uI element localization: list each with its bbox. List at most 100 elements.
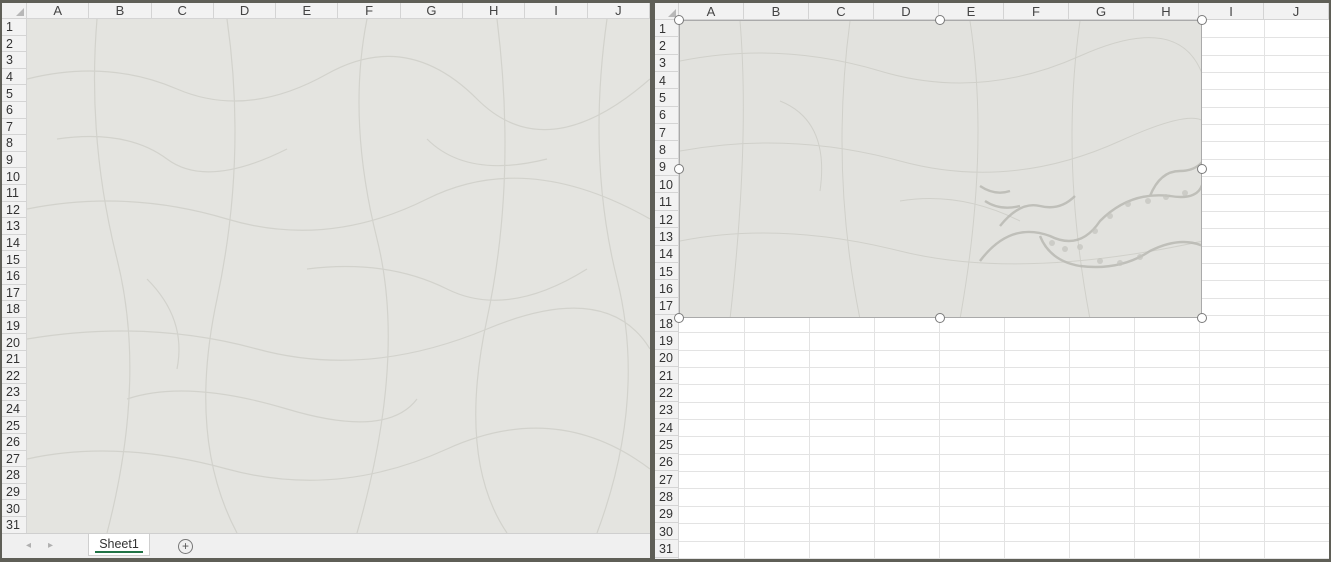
row-header[interactable]: 8 bbox=[655, 141, 678, 159]
row-header[interactable]: 11 bbox=[655, 193, 678, 211]
row-header[interactable]: 7 bbox=[2, 118, 26, 136]
column-header[interactable]: B bbox=[744, 3, 809, 19]
row-header[interactable]: 25 bbox=[2, 417, 26, 434]
row-header[interactable]: 15 bbox=[2, 251, 26, 268]
row-header[interactable]: 12 bbox=[655, 210, 678, 229]
row-header[interactable]: 2 bbox=[2, 35, 26, 53]
row-header[interactable]: 27 bbox=[2, 450, 26, 468]
column-header[interactable]: A bbox=[27, 3, 90, 18]
row-header[interactable]: 6 bbox=[655, 106, 678, 125]
row-header-bar: 1 2 3 4 5 6 7 8 9 10 11 12 13 14 15 16 17 18 19 20 21 22 23 24 2… bbox=[2, 19, 27, 534]
resize-handle-bottom-middle[interactable] bbox=[935, 313, 945, 323]
resize-handle-middle-right[interactable] bbox=[1197, 164, 1207, 174]
row-header[interactable]: 24 bbox=[2, 400, 26, 418]
row-header[interactable]: 13 bbox=[2, 218, 26, 235]
resize-handle-middle-left[interactable] bbox=[674, 164, 684, 174]
column-header[interactable]: G bbox=[400, 3, 464, 18]
row-header[interactable]: 12 bbox=[2, 201, 26, 219]
row-header[interactable]: 6 bbox=[2, 102, 26, 119]
column-header[interactable]: F bbox=[1004, 3, 1069, 19]
row-header[interactable]: 28 bbox=[2, 467, 26, 484]
row-header[interactable]: 31 bbox=[655, 540, 678, 558]
row-header[interactable]: 14 bbox=[655, 245, 678, 263]
row-header[interactable]: 31 bbox=[2, 517, 26, 534]
column-header[interactable]: D bbox=[874, 3, 939, 19]
row-header[interactable]: 20 bbox=[655, 349, 678, 367]
row-header[interactable]: 21 bbox=[2, 351, 26, 368]
column-header[interactable]: C bbox=[809, 3, 874, 19]
row-header[interactable]: 20 bbox=[2, 334, 26, 351]
row-header[interactable]: 16 bbox=[2, 268, 26, 285]
row-header[interactable]: 23 bbox=[655, 401, 678, 420]
row-header[interactable]: 26 bbox=[655, 453, 678, 472]
crackle-glaze-dragon-image[interactable] bbox=[679, 20, 1202, 318]
row-header[interactable]: 29 bbox=[655, 505, 678, 524]
row-header[interactable]: 8 bbox=[2, 135, 26, 152]
row-header[interactable]: 17 bbox=[2, 284, 26, 302]
column-header[interactable]: H bbox=[1134, 3, 1199, 19]
row-header[interactable]: 27 bbox=[655, 471, 678, 489]
row-header[interactable]: 10 bbox=[655, 176, 678, 194]
row-header[interactable]: 4 bbox=[2, 68, 26, 86]
sheet-tab-label: Sheet1 bbox=[99, 537, 139, 551]
row-header[interactable]: 14 bbox=[2, 234, 26, 252]
column-header[interactable]: B bbox=[89, 3, 152, 18]
row-header[interactable]: 2 bbox=[655, 37, 678, 55]
column-header[interactable]: J bbox=[1264, 3, 1329, 19]
column-header[interactable]: C bbox=[151, 3, 214, 18]
row-header[interactable]: 22 bbox=[2, 367, 26, 385]
row-header[interactable]: 30 bbox=[655, 523, 678, 541]
column-header[interactable]: I bbox=[1199, 3, 1264, 19]
row-header[interactable]: 24 bbox=[655, 419, 678, 437]
resize-handle-top-left[interactable] bbox=[674, 15, 684, 25]
row-header[interactable]: 16 bbox=[655, 280, 678, 298]
resize-handle-top-middle[interactable] bbox=[935, 15, 945, 25]
row-header[interactable]: 7 bbox=[655, 124, 678, 142]
row-header[interactable]: 21 bbox=[655, 367, 678, 385]
row-header[interactable]: 5 bbox=[2, 85, 26, 102]
row-header[interactable]: 10 bbox=[2, 168, 26, 185]
row-header[interactable]: 26 bbox=[2, 434, 26, 451]
row-header[interactable]: 25 bbox=[655, 436, 678, 454]
column-header[interactable]: A bbox=[679, 3, 744, 19]
column-header[interactable]: D bbox=[213, 3, 277, 18]
row-header[interactable]: 22 bbox=[655, 384, 678, 402]
row-header[interactable]: 4 bbox=[655, 72, 678, 90]
row-header[interactable]: 1 bbox=[2, 19, 26, 36]
row-header[interactable]: 13 bbox=[655, 228, 678, 246]
row-header[interactable]: 17 bbox=[655, 297, 678, 315]
column-header[interactable]: E bbox=[276, 3, 339, 18]
row-header[interactable]: 11 bbox=[2, 185, 26, 202]
arrow-left-icon[interactable]: ◂ bbox=[26, 540, 31, 551]
column-header[interactable]: I bbox=[525, 3, 588, 18]
column-header[interactable]: E bbox=[939, 3, 1004, 19]
resize-handle-top-right[interactable] bbox=[1197, 15, 1207, 25]
column-header[interactable]: H bbox=[463, 3, 526, 18]
select-all-corner[interactable] bbox=[2, 3, 27, 19]
row-header[interactable]: 19 bbox=[655, 332, 678, 350]
left-spreadsheet-pane: ABCDEFGHIJ 1 2 3 4 5 6 7 8 9 10 11 12 13 14 15 16 17 18 19… bbox=[2, 3, 650, 558]
row-header[interactable]: 5 bbox=[655, 89, 678, 107]
row-header[interactable]: 29 bbox=[2, 483, 26, 501]
arrow-right-icon[interactable]: ▸ bbox=[48, 540, 53, 551]
row-header[interactable]: 18 bbox=[2, 301, 26, 318]
row-header[interactable]: 9 bbox=[2, 151, 26, 169]
crackle-glaze-texture bbox=[27, 19, 650, 533]
resize-handle-bottom-left[interactable] bbox=[674, 313, 684, 323]
dragon-picture-graphic bbox=[680, 21, 1201, 317]
column-header[interactable]: F bbox=[338, 3, 401, 18]
row-header[interactable]: 23 bbox=[2, 384, 26, 401]
row-header[interactable]: 28 bbox=[655, 488, 678, 506]
row-header[interactable]: 15 bbox=[655, 262, 678, 281]
resize-handle-bottom-right[interactable] bbox=[1197, 313, 1207, 323]
row-header[interactable]: 3 bbox=[2, 52, 26, 69]
column-header-bar: ABCDEFGHIJ bbox=[27, 3, 650, 19]
row-header[interactable]: 3 bbox=[655, 54, 678, 73]
row-header[interactable]: 19 bbox=[2, 317, 26, 335]
sheet-tab-sheet1[interactable]: Sheet1 bbox=[88, 534, 150, 556]
column-header[interactable]: J bbox=[587, 3, 650, 18]
column-header[interactable]: G bbox=[1069, 3, 1134, 19]
gridline bbox=[1264, 20, 1265, 559]
row-header[interactable]: 30 bbox=[2, 500, 26, 517]
plus-circle-icon[interactable]: + bbox=[178, 539, 193, 554]
